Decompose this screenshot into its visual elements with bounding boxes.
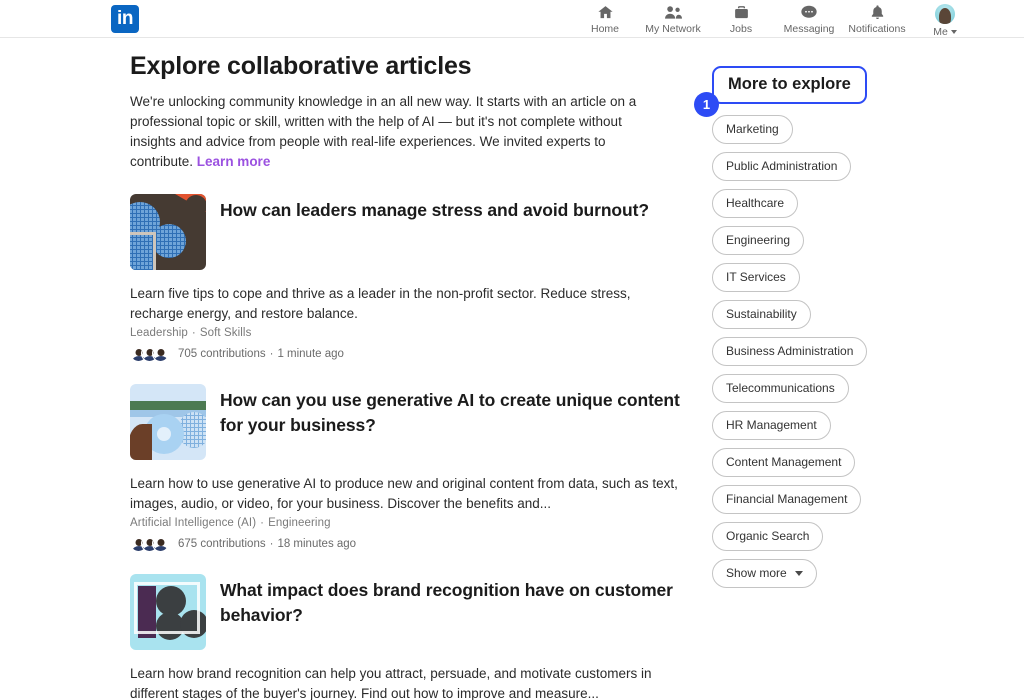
nav-item-home-label: Home (590, 23, 619, 35)
home-icon (597, 4, 614, 21)
article-thumbnail-image (130, 574, 206, 650)
topic-pill-content-management[interactable]: Content Management (712, 448, 856, 477)
topic-pill-list: Marketing Public Administration Healthca… (712, 115, 912, 588)
thumb-grid-shape (130, 236, 154, 270)
topic-pill-sustainability[interactable]: Sustainability (712, 300, 811, 329)
nav-item-notifications-label: Notifications (848, 23, 906, 35)
contributions-count: 705 contributions (178, 347, 266, 360)
thumb-band (130, 401, 206, 410)
show-more-button[interactable]: Show more (712, 559, 817, 588)
chevron-down-icon (950, 30, 957, 34)
article-meta-text: 675 contributions · 18 minutes ago (178, 538, 356, 550)
article-card[interactable]: How can leaders manage stress and avoid … (130, 194, 686, 362)
article-title[interactable]: How can you use generative AI to create … (220, 384, 686, 438)
sidebar-title: More to explore (712, 66, 867, 104)
nav-item-home[interactable]: Home (571, 0, 639, 38)
article-meta-text: 705 contributions · 1 minute ago (178, 348, 344, 360)
topic-pill-hr-management[interactable]: HR Management (712, 411, 831, 440)
intro-paragraph: We're unlocking community knowledge in a… (130, 92, 666, 172)
me-label-text: Me (933, 26, 948, 38)
topic-pill-financial-management[interactable]: Financial Management (712, 485, 862, 514)
topic-pill-business-administration[interactable]: Business Administration (712, 337, 868, 366)
article-tags: Leadership · Soft Skills (130, 327, 686, 339)
nav-item-my-network-label: My Network (645, 23, 701, 35)
topic-pill-organic-search[interactable]: Organic Search (712, 522, 824, 551)
linkedin-logo[interactable]: in (111, 5, 139, 33)
topic-pill-marketing[interactable]: Marketing (712, 115, 793, 144)
top-navigation-bar: in Home My Network Jobs Messaging Notifi… (0, 0, 1024, 38)
nav-item-jobs[interactable]: Jobs (707, 0, 775, 38)
article-description: Learn five tips to cope and thrive as a … (130, 286, 631, 321)
more-to-explore-sidebar: More to explore 1 Marketing Public Admin… (694, 66, 912, 588)
nav-item-notifications[interactable]: Notifications (843, 0, 911, 38)
thumb-line (153, 232, 156, 270)
meta-separator: · (269, 537, 274, 550)
article-title[interactable]: How can leaders manage stress and avoid … (220, 194, 649, 223)
nav-item-me[interactable]: Me (911, 0, 979, 38)
article-meta: 675 contributions · 18 minutes ago (130, 535, 686, 552)
article-header: What impact does brand recognition have … (130, 574, 686, 650)
nav-item-my-network[interactable]: My Network (639, 0, 707, 38)
article-header: How can leaders manage stress and avoid … (130, 194, 686, 270)
nav-items-group: Home My Network Jobs Messaging Notificat… (571, 0, 979, 38)
show-more-label: Show more (726, 566, 787, 580)
article-tags: Artificial Intelligence (AI) · Engineering (130, 517, 686, 529)
nav-item-jobs-label: Jobs (729, 23, 753, 35)
topic-pill-it-services[interactable]: IT Services (712, 263, 800, 292)
contributor-avatars (130, 535, 169, 552)
network-icon (664, 4, 683, 21)
article-tag-secondary[interactable]: Soft Skills (200, 327, 252, 339)
topic-pill-engineering[interactable]: Engineering (712, 226, 805, 255)
contributions-count: 675 contributions (178, 537, 266, 550)
article-tag-secondary[interactable]: Engineering (268, 517, 330, 529)
nav-item-me-label: Me (933, 26, 957, 38)
topic-pill-public-administration[interactable]: Public Administration (712, 152, 852, 181)
article-thumbnail-image (130, 384, 206, 460)
article-description: Learn how to use generative AI to produc… (130, 476, 678, 511)
article-timestamp: 18 minutes ago (277, 537, 357, 550)
avatar (935, 4, 955, 24)
sidebar-title-wrapper: More to explore 1 (694, 66, 867, 117)
contributor-avatar (152, 535, 169, 552)
chevron-down-icon (794, 571, 803, 576)
article-title[interactable]: What impact does brand recognition have … (220, 574, 686, 628)
article-card[interactable]: What impact does brand recognition have … (130, 574, 686, 700)
contributor-avatars (130, 345, 169, 362)
article-thumbnail-image (130, 194, 206, 270)
topic-pill-telecommunications[interactable]: Telecommunications (712, 374, 849, 403)
article-timestamp: 1 minute ago (277, 347, 344, 360)
thumb-grid-circle (152, 224, 186, 258)
article-meta: 705 contributions · 1 minute ago (130, 345, 686, 362)
article-header: How can you use generative AI to create … (130, 384, 686, 460)
topic-pill-healthcare[interactable]: Healthcare (712, 189, 799, 218)
main-content-column: Explore collaborative articles We're unl… (130, 52, 686, 700)
message-icon (800, 4, 818, 21)
page-title: Explore collaborative articles (130, 52, 472, 80)
meta-separator: · (269, 347, 274, 360)
article-card[interactable]: How can you use generative AI to create … (130, 384, 686, 552)
thumb-corner-shape (130, 424, 152, 460)
briefcase-icon (733, 4, 750, 21)
article-tag-primary[interactable]: Artificial Intelligence (AI) (130, 517, 256, 529)
tag-separator: · (191, 327, 196, 339)
nav-item-messaging[interactable]: Messaging (775, 0, 843, 38)
thumb-frame (134, 582, 200, 634)
annotation-badge-1: 1 (694, 92, 719, 117)
nav-item-messaging-label: Messaging (783, 23, 835, 35)
contributor-avatar (152, 345, 169, 362)
page-body: Explore collaborative articles We're unl… (0, 38, 1024, 700)
article-description: Learn how brand recognition can help you… (130, 666, 652, 700)
tag-separator: · (260, 517, 265, 529)
article-tag-primary[interactable]: Leadership (130, 327, 188, 339)
learn-more-link[interactable]: Learn more (197, 154, 271, 169)
bell-icon (869, 4, 886, 21)
